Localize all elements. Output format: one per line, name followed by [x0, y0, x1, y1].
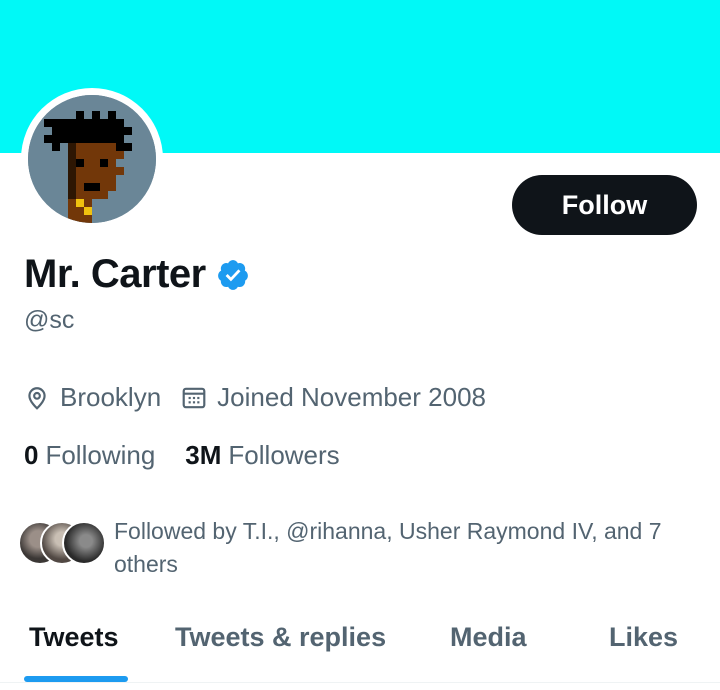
tab-likes[interactable]: Likes	[609, 622, 678, 653]
followed-by-avatars	[18, 521, 108, 567]
location-item: Brooklyn	[24, 382, 161, 413]
followed-by-text: Followed by T.I., @rihanna, Usher Raymon…	[114, 518, 662, 577]
follow-button[interactable]: Follow	[512, 175, 697, 235]
joined-item: Joined November 2008	[181, 382, 486, 413]
following-label: Following	[45, 440, 156, 470]
avatar-image	[28, 95, 156, 223]
avatar[interactable]	[21, 88, 163, 230]
followers-stat[interactable]: 3M Followers	[185, 440, 339, 471]
following-count: 0	[24, 440, 39, 470]
location-pin-icon	[28, 386, 46, 410]
calendar-icon	[182, 387, 206, 408]
tabs-divider	[0, 682, 720, 683]
joined-text: Joined November 2008	[217, 382, 486, 412]
tab-tweets-replies[interactable]: Tweets & replies	[175, 622, 386, 653]
verified-badge-icon[interactable]	[216, 258, 250, 292]
profile-tabs: Tweets Tweets & replies Media Likes	[0, 610, 720, 690]
profile-meta: Brooklyn Joined November 2008	[24, 382, 486, 413]
location-text: Brooklyn	[60, 382, 162, 412]
followers-count: 3M	[185, 440, 222, 470]
follow-stats: 0 Following 3M Followers	[24, 440, 340, 471]
tab-media[interactable]: Media	[450, 622, 527, 653]
following-stat[interactable]: 0 Following	[24, 440, 155, 471]
display-name: Mr. Carter	[24, 252, 206, 296]
pixel-punk-avatar-icon	[28, 95, 156, 223]
profile-name-row: Mr. Carter	[24, 252, 250, 297]
tab-tweets[interactable]: Tweets	[29, 622, 119, 653]
profile-handle: @sc	[24, 306, 75, 334]
followers-label: Followers	[228, 440, 340, 470]
follower-avatar	[62, 521, 106, 565]
